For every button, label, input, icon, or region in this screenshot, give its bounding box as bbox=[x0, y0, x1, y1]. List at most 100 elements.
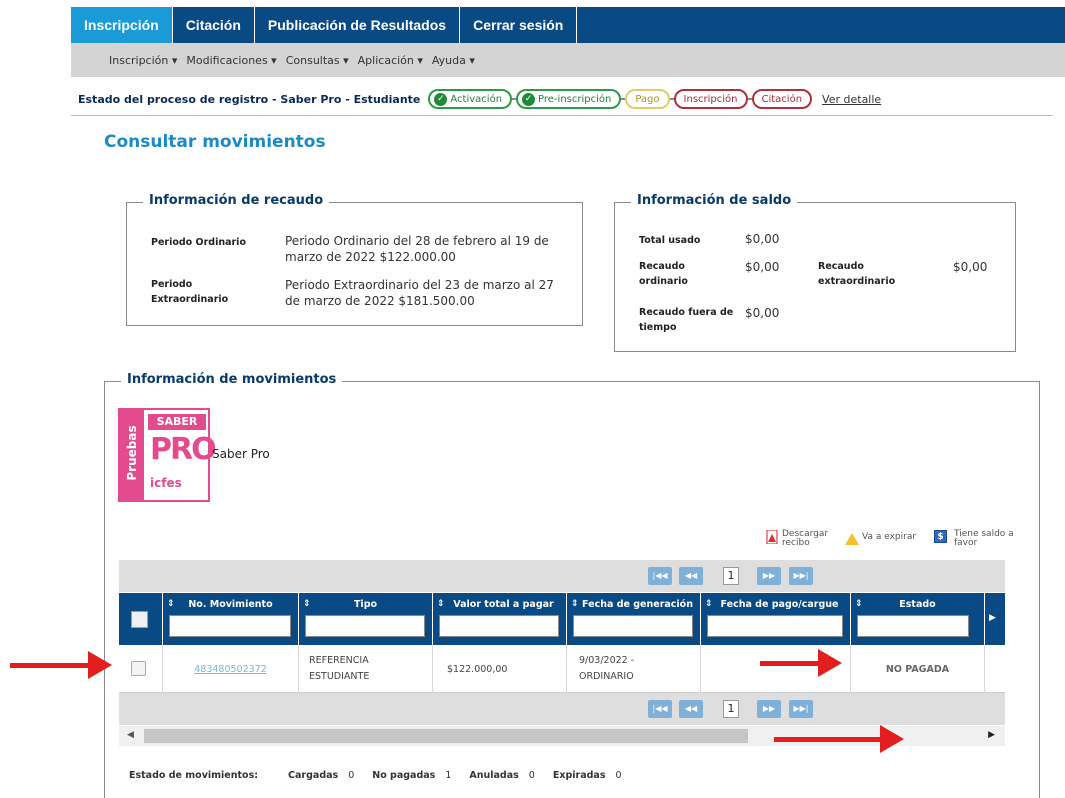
recaudo-extraordinario-label: Recaudo extraordinario bbox=[818, 261, 896, 287]
step-label: Citación bbox=[761, 93, 803, 105]
status-label: Estado del proceso de registro - Saber P… bbox=[78, 92, 421, 106]
column-label: No. Movimiento bbox=[188, 599, 273, 610]
step-label: Inscripción bbox=[683, 93, 738, 105]
recaudo-fuera-label: Recaudo fuera de tiempo bbox=[639, 307, 734, 333]
scroll-left-icon[interactable]: ◀ bbox=[127, 730, 134, 740]
cargadas-count: 0 bbox=[348, 770, 355, 781]
movement-number-link[interactable]: 483480502372 bbox=[163, 645, 299, 693]
top-navigation: Inscripción Citación Publicación de Resu… bbox=[71, 7, 1065, 43]
tab-citacion[interactable]: Citación bbox=[173, 7, 255, 43]
logo-pro-text: PRO bbox=[150, 432, 217, 467]
red-arrow-status bbox=[760, 649, 842, 677]
select-all-column bbox=[119, 593, 163, 645]
anuladas-label: Anuladas bbox=[469, 770, 519, 781]
column-fecha-generacion[interactable]: ⇕ Fecha de generación bbox=[567, 593, 701, 645]
column-no-movimiento[interactable]: ⇕ No. Movimiento bbox=[163, 593, 299, 645]
filter-fecha-generacion-input[interactable] bbox=[573, 615, 693, 637]
check-icon: ✓ bbox=[434, 92, 448, 106]
movement-value: $122.000,00 bbox=[433, 645, 567, 693]
cargadas-label: Cargadas bbox=[288, 770, 339, 781]
summary-label: Estado de movimientos: bbox=[129, 770, 259, 781]
menu-modificaciones[interactable]: Modificaciones ▾ bbox=[186, 54, 276, 67]
step-label: Pre-inscripción bbox=[538, 93, 612, 105]
last-page-button[interactable]: ▶▶| bbox=[789, 567, 813, 585]
tab-publicacion-resultados[interactable]: Publicación de Resultados bbox=[255, 7, 461, 43]
page-number-button[interactable]: 1 bbox=[723, 700, 739, 718]
dollar-icon: $ bbox=[934, 530, 947, 543]
next-page-button[interactable]: ▶▶ bbox=[757, 700, 781, 718]
menu-consultas[interactable]: Consultas ▾ bbox=[286, 54, 349, 67]
ver-detalle-link[interactable]: Ver detalle bbox=[822, 93, 881, 106]
recaudo-fieldset: Información de recaudo Periodo Ordinario… bbox=[126, 193, 583, 326]
menu-ayuda[interactable]: Ayuda ▾ bbox=[432, 54, 475, 67]
sub-navigation: Inscripción ▾ Modificaciones ▾ Consultas… bbox=[71, 43, 1065, 77]
horizontal-scrollbar[interactable]: ◀ ▶ bbox=[119, 726, 1005, 746]
descargar-recibo-legend: Descargar recibo bbox=[782, 529, 829, 548]
page-number-button[interactable]: 1 bbox=[723, 567, 739, 585]
column-tipo[interactable]: ⇕ Tipo bbox=[299, 593, 433, 645]
anuladas-count: 0 bbox=[528, 770, 535, 781]
column-label: Fecha de pago/cargue bbox=[720, 599, 839, 610]
column-estado[interactable]: ⇕ Estado bbox=[851, 593, 985, 645]
tab-cerrar-sesion[interactable]: Cerrar sesión bbox=[460, 7, 578, 43]
first-page-button[interactable]: |◀◀ bbox=[648, 567, 672, 585]
scrollbar-thumb[interactable] bbox=[144, 729, 748, 743]
step-connector bbox=[669, 98, 674, 100]
first-page-button[interactable]: |◀◀ bbox=[648, 700, 672, 718]
recaudo-fuera-value: $0,00 bbox=[745, 306, 780, 320]
saldo-fieldset: Información de saldo Total usado $0,00 R… bbox=[614, 193, 1016, 352]
menu-inscripcion[interactable]: Inscripción ▾ bbox=[109, 54, 177, 67]
step-connector bbox=[747, 98, 752, 100]
filter-valor-input[interactable] bbox=[439, 615, 559, 637]
total-usado-value: $0,00 bbox=[745, 232, 780, 246]
row-checkbox[interactable] bbox=[131, 661, 146, 676]
column-label: Fecha de generación bbox=[582, 599, 693, 610]
menu-aplicacion[interactable]: Aplicación ▾ bbox=[358, 54, 423, 67]
recaudo-ordinario-label: Recaudo ordinario bbox=[639, 261, 688, 287]
recaudo-ordinario-value: $0,00 bbox=[745, 260, 780, 274]
expiradas-label: Expiradas bbox=[552, 770, 606, 781]
column-fecha-pago[interactable]: ⇕ Fecha de pago/cargue bbox=[701, 593, 851, 645]
step-label: Activación bbox=[450, 93, 503, 105]
recaudo-legend: Información de recaudo bbox=[143, 193, 330, 208]
step-label: Pago bbox=[635, 93, 660, 105]
total-usado-label: Total usado bbox=[639, 235, 701, 246]
logo-icfes-text: icfes bbox=[150, 476, 182, 490]
expiradas-count: 0 bbox=[615, 770, 622, 781]
logo-side-band: Pruebas bbox=[120, 410, 144, 500]
va-a-expirar-legend: Va a expirar bbox=[862, 532, 917, 542]
saber-pro-logo: Pruebas SABER PRO icfes bbox=[118, 408, 217, 502]
warning-icon bbox=[845, 533, 859, 545]
column-valor-total[interactable]: ⇕ Valor total a pagar bbox=[433, 593, 567, 645]
tiene-saldo-legend: Tiene saldo a favor bbox=[954, 529, 1014, 548]
column-label: Tipo bbox=[353, 599, 378, 610]
step-activacion: ✓ Activación bbox=[428, 89, 513, 109]
select-all-checkbox[interactable] bbox=[131, 611, 148, 628]
registration-status: Estado del proceso de registro - Saber P… bbox=[78, 86, 881, 112]
pdf-icon bbox=[766, 530, 778, 544]
prev-page-button[interactable]: ◀◀ bbox=[679, 567, 703, 585]
scroll-right-icon[interactable]: ▶ bbox=[988, 730, 995, 740]
step-citacion: Citación bbox=[751, 89, 813, 109]
saldo-legend: Información de saldo bbox=[631, 193, 798, 208]
step-preinscripcion: ✓ Pre-inscripción bbox=[516, 89, 622, 109]
column-label: Valor total a pagar bbox=[453, 599, 554, 610]
table-row: 483480502372 REFERENCIA ESTUDIANTE $122.… bbox=[119, 645, 1005, 693]
periodo-extraordinario-value: Periodo Extraordinario del 23 de marzo a… bbox=[285, 278, 554, 308]
column-label: Estado bbox=[899, 599, 936, 610]
next-page-button[interactable]: ▶▶ bbox=[757, 567, 781, 585]
prev-page-button[interactable]: ◀◀ bbox=[679, 700, 703, 718]
filter-no-movimiento-input[interactable] bbox=[169, 615, 291, 637]
row-select-cell bbox=[119, 645, 163, 693]
page-title: Consultar movimientos bbox=[104, 132, 326, 152]
check-icon: ✓ bbox=[522, 92, 536, 106]
no-pagadas-label: No pagadas bbox=[372, 770, 436, 781]
filter-fecha-pago-input[interactable] bbox=[707, 615, 843, 637]
no-pagadas-count: 1 bbox=[445, 770, 452, 781]
filter-estado-input[interactable] bbox=[857, 615, 969, 637]
last-page-button[interactable]: ▶▶| bbox=[789, 700, 813, 718]
tab-inscripcion[interactable]: Inscripción bbox=[71, 7, 173, 43]
periodo-ordinario-value: Periodo Ordinario del 28 de febrero al 1… bbox=[285, 234, 549, 264]
logo-saber-text: SABER bbox=[148, 414, 206, 430]
filter-tipo-input[interactable] bbox=[305, 615, 425, 637]
